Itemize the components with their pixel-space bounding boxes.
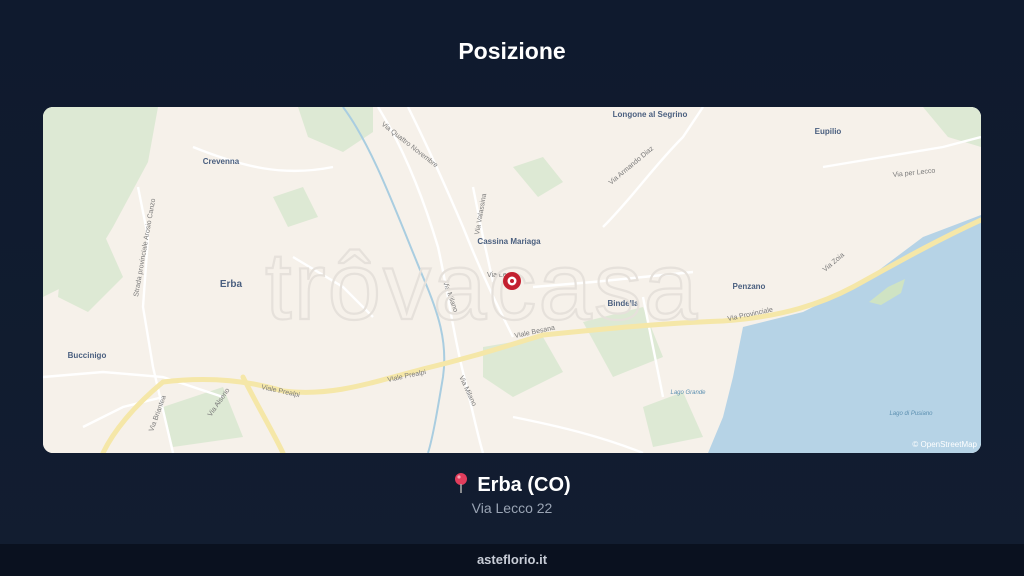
water-label-pusiano: Lago di Pusiano (889, 411, 933, 417)
location-address: Via Lecco 22 (471, 500, 553, 516)
place-eupilio: Eupilio (815, 127, 842, 136)
location-title: Erba (CO) (0, 472, 1024, 497)
place-buccinigo: Buccinigo (68, 351, 107, 360)
location-name: Erba (CO) (477, 474, 571, 496)
place-penzano: Penzano (733, 282, 766, 291)
map-attribution[interactable]: © OpenStreetMap (912, 440, 977, 449)
footer: asteflorio.it (0, 544, 1024, 576)
map[interactable]: Longone al Segrino Eupilio Crevenna Cass… (43, 107, 981, 453)
watermark-logo: trôvacasa (265, 233, 699, 340)
map-pin-icon (455, 473, 468, 493)
water-label-lago-grande: Lago Grande (670, 390, 706, 396)
place-crevenna: Crevenna (203, 157, 240, 166)
page-title: Posizione (458, 38, 566, 64)
place-longone: Longone al Segrino (613, 110, 688, 119)
location-marker[interactable] (503, 272, 521, 290)
place-erba: Erba (220, 279, 243, 290)
footer-site-link[interactable]: asteflorio.it (477, 552, 547, 567)
